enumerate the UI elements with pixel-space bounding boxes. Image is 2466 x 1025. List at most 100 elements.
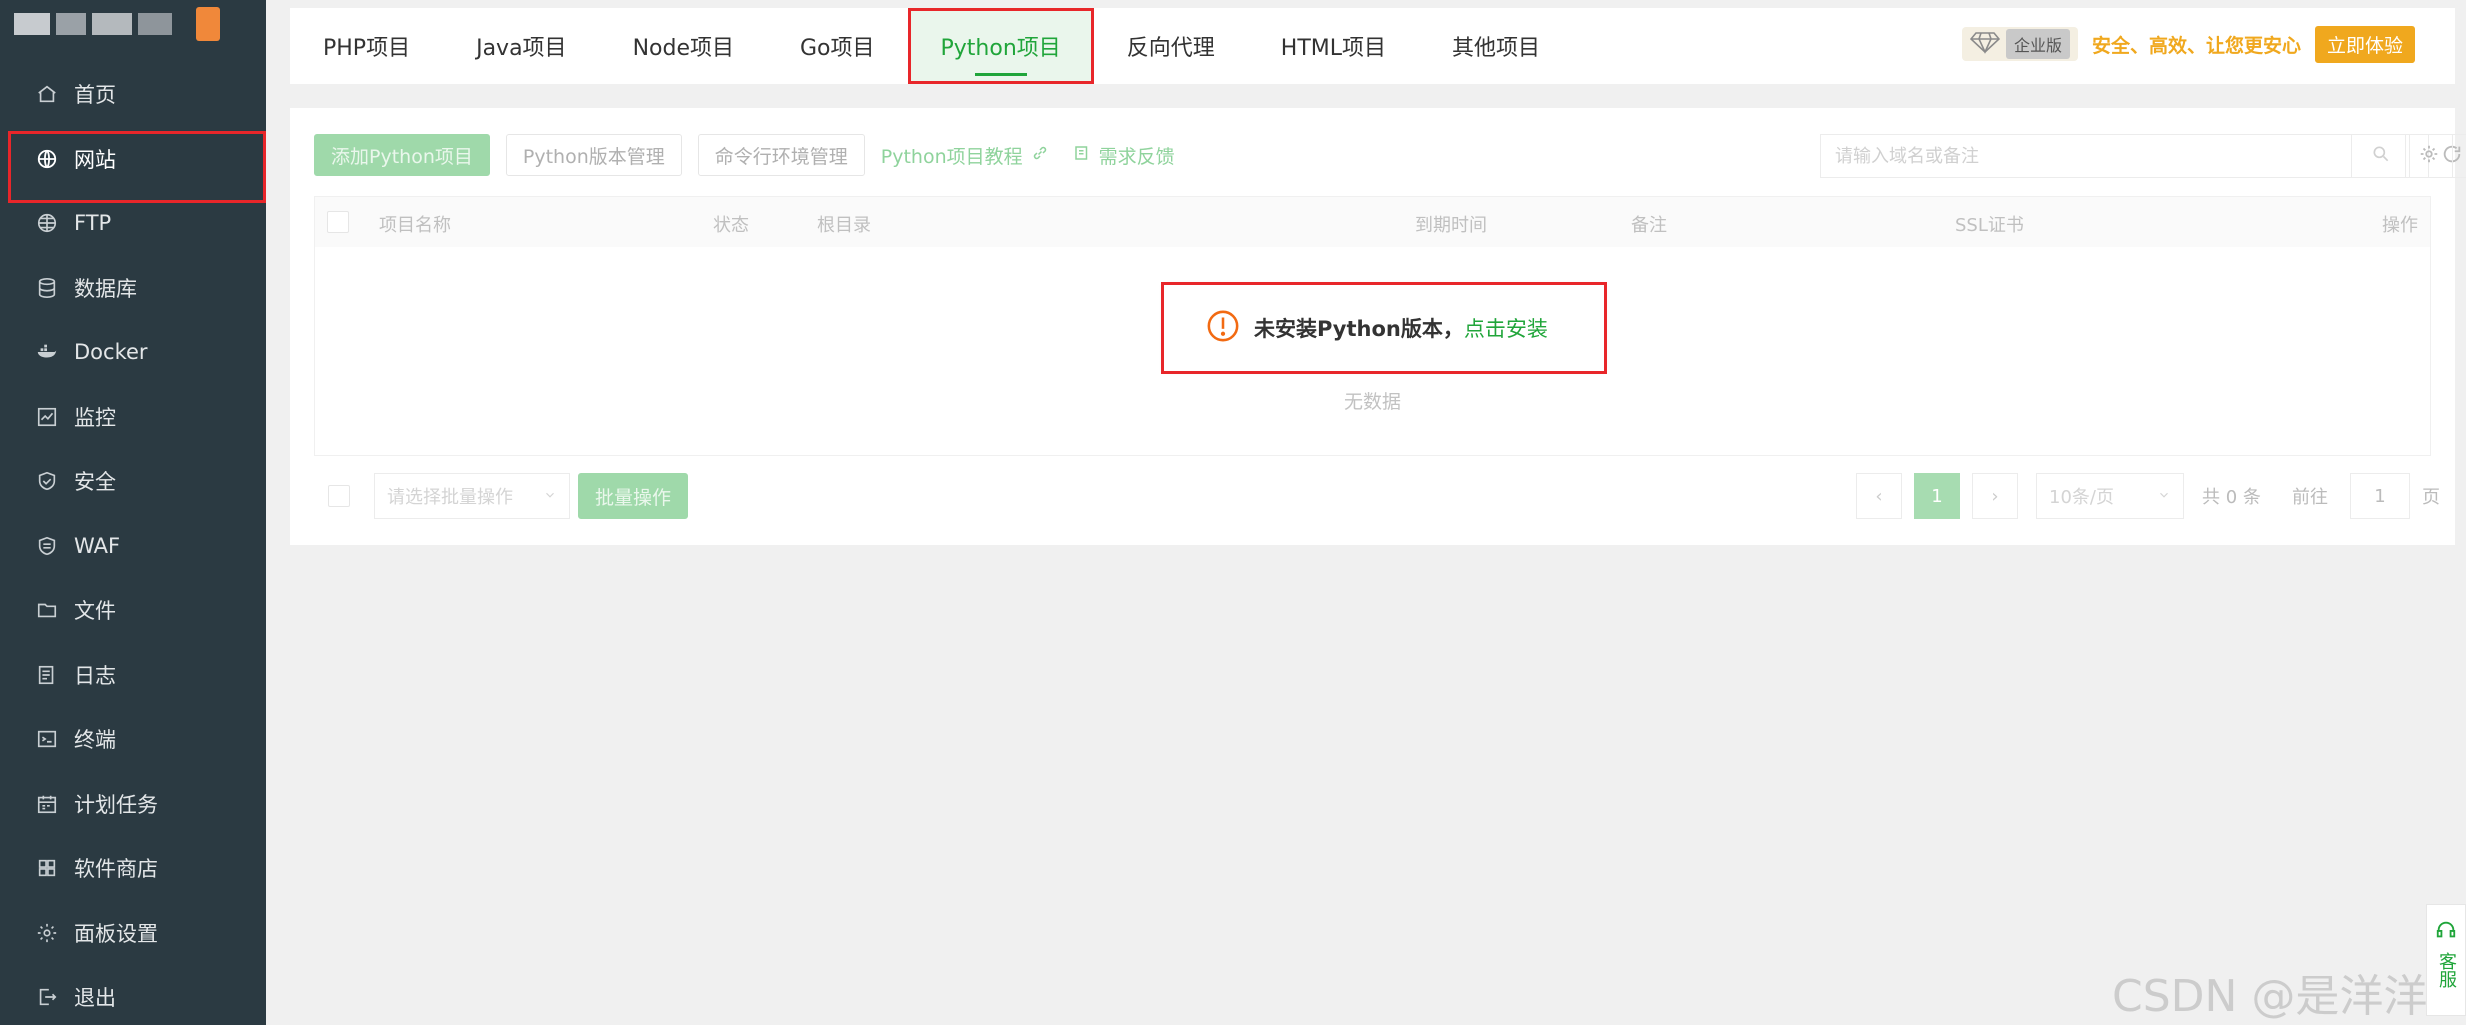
logo xyxy=(0,0,266,48)
batch-select-value: 请选择批量操作 xyxy=(387,487,513,508)
sidebar-item-terminal[interactable]: 终端 xyxy=(0,707,266,772)
feedback-link[interactable]: 需求反馈 xyxy=(1073,142,1175,169)
waf-shield-icon xyxy=(36,535,58,557)
sidebar-item-label: 文件 xyxy=(74,599,116,624)
tutorial-link-label: Python项目教程 xyxy=(880,145,1023,168)
sidebar-item-label: 退出 xyxy=(74,986,116,1011)
log-icon xyxy=(36,664,58,686)
search-button[interactable] xyxy=(2351,135,2409,177)
sidebar-item-cron[interactable]: 计划任务 xyxy=(0,772,266,837)
cli-env-button[interactable]: 命令行环境管理 xyxy=(697,134,865,176)
column-root: 根目录 xyxy=(817,215,871,236)
calendar-icon xyxy=(36,793,58,815)
chevron-down-icon xyxy=(543,486,557,507)
chevron-down-icon xyxy=(2157,486,2171,507)
enterprise-tag: 企业版 xyxy=(2005,29,2070,59)
sidebar-item-ftp[interactable]: FTP xyxy=(0,191,266,256)
sidebar-item-monitor[interactable]: 监控 xyxy=(0,385,266,450)
sidebar-item-label: 首页 xyxy=(74,83,116,108)
python-not-installed-alert: 未安装Python版本，点击安装 xyxy=(1161,282,1607,374)
logo-mosaic xyxy=(14,13,50,35)
tab-go[interactable]: Go项目 xyxy=(767,8,908,84)
page-size-value: 10条/页 xyxy=(2049,487,2114,508)
sidebar-item-label: 监控 xyxy=(74,405,116,430)
terminal-icon xyxy=(36,728,58,750)
sidebar: 首页 网站 FTP 数据库 Docker 监控 安全 WAF 文件 日志 终端 … xyxy=(0,0,266,1025)
enterprise-promo: 企业版 安全、高效、让您更安心 立即体验 xyxy=(1961,25,2415,63)
sidebar-nav: 首页 网站 FTP 数据库 Docker 监控 安全 WAF 文件 日志 终端 … xyxy=(0,62,266,1025)
sidebar-item-settings[interactable]: 面板设置 xyxy=(0,901,266,966)
tab-reverse-proxy[interactable]: 反向代理 xyxy=(1094,8,1248,84)
customer-service-button[interactable]: 客服 xyxy=(2426,904,2466,1016)
toolbar: 添加Python项目 Python版本管理 命令行环境管理 Python项目教程… xyxy=(314,134,2466,178)
prev-page-button[interactable]: ‹ xyxy=(1856,473,1902,519)
total-count: 共 0 条 xyxy=(2202,487,2261,508)
gear-icon xyxy=(36,922,58,944)
tab-php[interactable]: PHP项目 xyxy=(290,8,443,84)
promo-text: 安全、高效、让您更安心 xyxy=(2091,34,2301,57)
warning-icon xyxy=(1206,309,1240,348)
sidebar-item-label: 日志 xyxy=(74,663,116,688)
sidebar-item-label: 软件商店 xyxy=(74,857,158,882)
column-status: 状态 xyxy=(713,215,749,236)
tutorial-link[interactable]: Python项目教程 xyxy=(881,142,1049,169)
watermark: CSDN @是洋洋 xyxy=(2112,971,2428,1022)
table-header: 项目名称 状态 根目录 到期时间 备注 SSL证书 操作 xyxy=(315,197,2430,247)
footer-select-checkbox[interactable] xyxy=(328,485,350,507)
select-all-checkbox[interactable] xyxy=(327,211,349,233)
tab-java[interactable]: Java项目 xyxy=(443,8,599,84)
column-expire: 到期时间 xyxy=(1415,215,1487,236)
sidebar-item-label: FTP xyxy=(74,211,112,236)
sidebar-item-label: 计划任务 xyxy=(74,792,158,817)
next-page-button[interactable]: › xyxy=(1972,473,2018,519)
alert-message: 未安装Python版本，点击安装 xyxy=(1254,313,1548,343)
logout-icon xyxy=(36,986,58,1008)
feedback-link-label: 需求反馈 xyxy=(1098,145,1175,168)
shield-icon xyxy=(36,470,58,492)
sidebar-item-files[interactable]: 文件 xyxy=(0,578,266,643)
page-number[interactable]: 1 xyxy=(1914,473,1960,519)
tab-python[interactable]: Python项目 xyxy=(907,8,1094,84)
apps-icon xyxy=(36,857,58,879)
goto-page-input[interactable]: 1 xyxy=(2350,473,2410,519)
logo-mosaic xyxy=(138,13,172,35)
page-size-select[interactable]: 10条/页 xyxy=(2036,473,2184,519)
column-remark: 备注 xyxy=(1631,215,1667,236)
chevron-left-icon: ‹ xyxy=(1875,485,1883,507)
column-name: 项目名称 xyxy=(379,215,451,236)
diamond-icon xyxy=(1969,30,2001,58)
sidebar-item-home[interactable]: 首页 xyxy=(0,62,266,127)
sidebar-item-security[interactable]: 安全 xyxy=(0,449,266,514)
search-box xyxy=(1820,134,2410,178)
try-now-button[interactable]: 立即体验 xyxy=(2314,25,2415,63)
home-icon xyxy=(36,83,58,105)
sidebar-item-store[interactable]: 软件商店 xyxy=(0,836,266,901)
project-tabs: PHP项目 Java项目 Node项目 Go项目 Python项目 反向代理 H… xyxy=(290,8,2455,84)
settings-button[interactable] xyxy=(2405,134,2453,178)
sidebar-item-label: Docker xyxy=(74,340,148,365)
batch-action-button[interactable]: 批量操作 xyxy=(578,473,689,519)
install-link[interactable]: 点击安装 xyxy=(1464,317,1548,341)
tab-other[interactable]: 其他项目 xyxy=(1419,8,1573,84)
sidebar-item-logout[interactable]: 退出 xyxy=(0,965,266,1025)
sidebar-item-website[interactable]: 网站 xyxy=(0,127,266,202)
python-version-button[interactable]: Python版本管理 xyxy=(505,134,682,176)
monitor-icon xyxy=(36,406,58,428)
sidebar-item-docker[interactable]: Docker xyxy=(0,320,266,385)
sidebar-item-label: WAF xyxy=(74,533,121,558)
batch-select[interactable]: 请选择批量操作 xyxy=(374,473,570,519)
logo-mosaic xyxy=(56,13,86,35)
sidebar-item-label: 终端 xyxy=(74,728,116,753)
sidebar-item-waf[interactable]: WAF xyxy=(0,514,266,579)
tab-html[interactable]: HTML项目 xyxy=(1248,8,1419,84)
gear-icon xyxy=(2418,143,2440,169)
tab-node[interactable]: Node项目 xyxy=(600,8,767,84)
empty-text: 无数据 xyxy=(1343,391,1401,413)
globe-icon xyxy=(36,148,58,170)
add-python-project-button[interactable]: 添加Python项目 xyxy=(314,134,490,176)
sidebar-item-logs[interactable]: 日志 xyxy=(0,643,266,708)
search-input[interactable] xyxy=(1821,135,2351,177)
sidebar-item-label: 数据库 xyxy=(74,276,137,301)
sidebar-item-label: 安全 xyxy=(74,470,116,495)
sidebar-item-database[interactable]: 数据库 xyxy=(0,256,266,321)
